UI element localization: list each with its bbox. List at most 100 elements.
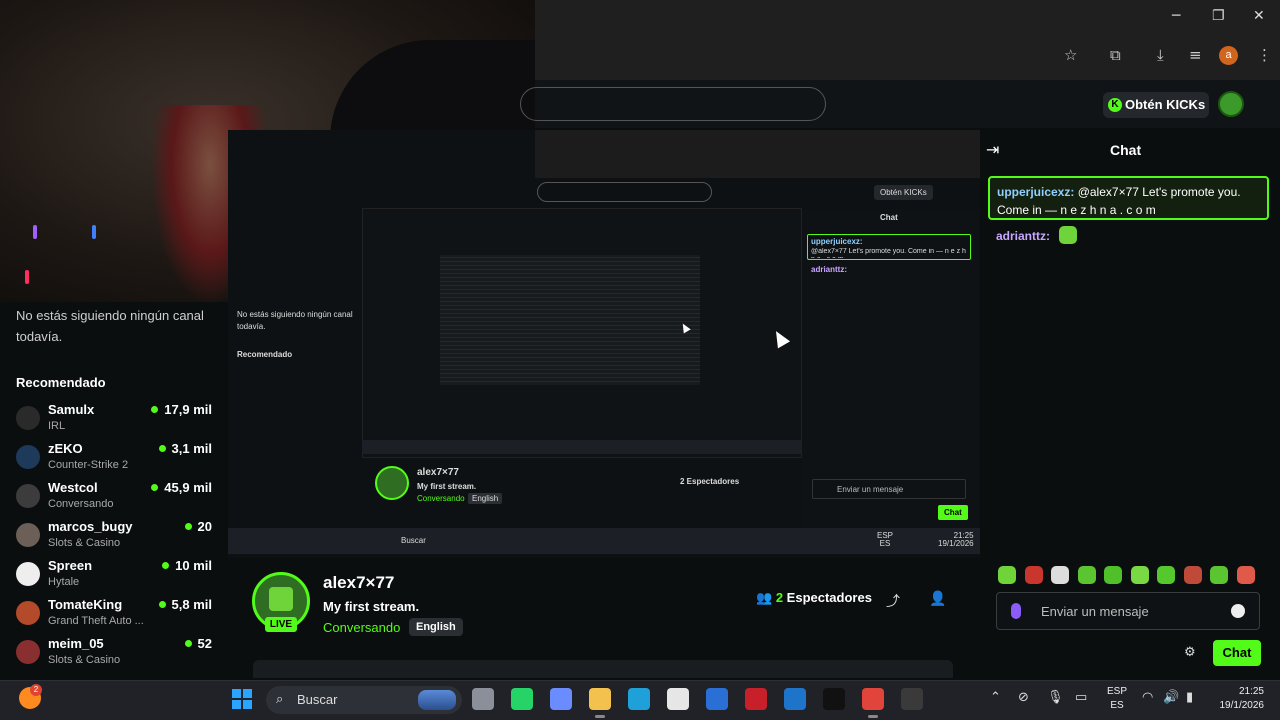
browser-toolbar [535,0,1280,80]
wifi-icon[interactable]: ◠ [1142,690,1153,705]
sidebar-channel-item[interactable]: TomateKing Grand Theft Auto ... 5,8 mil [16,597,216,633]
channel-name: Westcol [48,480,98,495]
tiktok-app-icon[interactable] [823,688,845,710]
battery-icon[interactable]: ▮ [1186,690,1193,705]
deeper-mirror-content [440,255,700,385]
emoji-picker-icon[interactable] [1231,604,1245,618]
emote-icon[interactable] [1024,566,1043,584]
chat-settings-icon[interactable]: ⚙ [1184,645,1196,660]
menu-icon[interactable]: ⋮ [1257,46,1272,64]
channel-name: zEKO [48,441,83,456]
chat-input[interactable]: Enviar un mensaje [996,592,1260,630]
chevron-up-icon[interactable]: ⌃ [990,690,1001,705]
mirrored-stream-name: alex7×77 [417,467,459,478]
chat-message: adrianttz: [996,226,1078,244]
emote-icon[interactable] [1104,566,1122,584]
minimize-button[interactable]: ─ [1172,8,1180,24]
following-empty-note: No estás siguiendo ningún canal todavía. [16,308,204,344]
rgb-light [92,225,96,239]
profile-avatar[interactable]: a [1219,46,1238,65]
mirrored-msg-text: @alex7×77 Let's promote you. Come in — n… [811,248,966,258]
get-kicks-label: Obtén KICKs [1125,97,1206,112]
copilot-app-icon[interactable] [550,688,572,710]
emote-icon[interactable] [998,566,1016,584]
share-icon[interactable]: ⤴ [886,591,900,611]
channel-viewer-count: 45,9 mil [151,480,212,495]
sidebar-channel-item[interactable]: meim_05 Slots & Casino 52 [16,636,216,672]
viewer-count: 👥 2 Espectadores [756,590,872,606]
maximize-button[interactable]: ❐ [1212,8,1225,24]
emote-icon[interactable] [1077,566,1096,584]
keyboard-language[interactable]: ESP ES [1107,685,1127,713]
chrome-app-icon[interactable] [862,688,884,710]
language-tag[interactable]: English [409,618,463,636]
mirrored-taskbar-search: Buscar [401,536,426,545]
channel-category: Conversando [48,498,114,510]
emote-icon[interactable] [1210,566,1228,584]
taskbar-search[interactable]: ⌕ Buscar [266,686,462,714]
collapse-chat-icon[interactable]: ⇥ [986,140,999,159]
obs-app-icon[interactable] [901,688,923,710]
mcafee-app-icon[interactable] [745,688,767,710]
search-input[interactable] [520,87,826,121]
mirrored-search [537,182,712,202]
start-button[interactable] [232,689,252,709]
mirrored-kicks-button: Obtén KICKs [874,185,933,200]
channel-avatar [16,562,40,586]
mirrored-msg2-user: adrianttz: [811,265,847,274]
microphone-icon[interactable]: 🎙 [1047,690,1064,705]
media-icon[interactable]: ≡ [1189,46,1202,64]
stream-title: My first stream. [323,599,420,614]
edge-app-icon[interactable] [628,688,650,710]
search-highlight-image [418,690,456,710]
emote-icon[interactable] [1051,566,1069,584]
microphone-icon[interactable] [1011,603,1021,619]
outlook-app-icon[interactable] [784,688,806,710]
network-off-icon[interactable]: ⊘ [1018,690,1029,705]
chat-send-button[interactable]: Chat [1213,640,1261,666]
mirrored-viewers: 2 Espectadores [680,477,740,486]
sidebar-channel-item[interactable]: Samulx IRL 17,9 mil [16,402,216,438]
active-app-indicator [868,715,878,718]
system-clock[interactable]: 21:25 19/1/2026 [1212,685,1265,713]
search-icon: ⌕ [276,692,284,707]
deeper-mirror-taskbar [362,440,802,454]
user-avatar[interactable] [1218,91,1244,117]
emote-icon[interactable] [1130,566,1149,584]
whatsapp-app-icon[interactable] [511,688,533,710]
close-button[interactable]: ✕ [1253,8,1265,24]
download-icon[interactable]: ⤓ [1157,46,1164,64]
get-kicks-button[interactable]: K Obtén KICKs [1103,92,1209,118]
emote-icon[interactable] [1236,566,1255,584]
viewer-label: Espectadores [786,590,872,605]
vscode-app-icon[interactable] [706,688,728,710]
follow-user-icon[interactable]: 👤 [929,591,946,607]
channel-avatar [16,445,40,469]
star-icon[interactable]: ☆ [1064,46,1077,64]
sidebar-channel-item[interactable]: Spreen Hytale 10 mil [16,558,216,594]
chat-message-user[interactable]: adrianttz: [996,229,1050,243]
rgb-light [25,270,29,284]
mirrored-clock: 21:25 19/1/2026 [938,532,974,548]
emote-icon[interactable] [1183,566,1202,584]
chat-message-user[interactable]: upperjuicexz: [997,185,1074,199]
display-icon[interactable]: ▭ [1075,690,1087,705]
volume-icon[interactable]: 🔊 [1163,690,1179,705]
store-app-icon[interactable] [667,688,689,710]
channel-category: Grand Theft Auto ... [48,615,144,627]
sidebar-channel-item[interactable]: zEKO Counter-Strike 2 3,1 mil [16,441,216,477]
sidebar-channel-item[interactable]: Westcol Conversando 45,9 mil [16,480,216,516]
kicks-icon: K [1108,98,1122,112]
explorer-app-icon[interactable] [589,688,611,710]
channel-name: Samulx [48,402,95,417]
streamer-name[interactable]: alex7×77 [323,573,394,593]
chat-input-placeholder: Enviar un mensaje [1041,604,1149,619]
emote-icon[interactable] [1157,566,1175,584]
mirrored-stream-avatar [375,466,409,500]
stream-category[interactable]: Conversando [323,620,400,635]
files-app-icon[interactable] [472,688,494,710]
sidebar-channel-item[interactable]: marcos_bugy Slots & Casino 20 [16,519,216,555]
extensions-icon[interactable]: ⧉ [1110,46,1121,64]
channel-name: meim_05 [48,636,104,651]
channel-category: Counter-Strike 2 [48,459,129,471]
